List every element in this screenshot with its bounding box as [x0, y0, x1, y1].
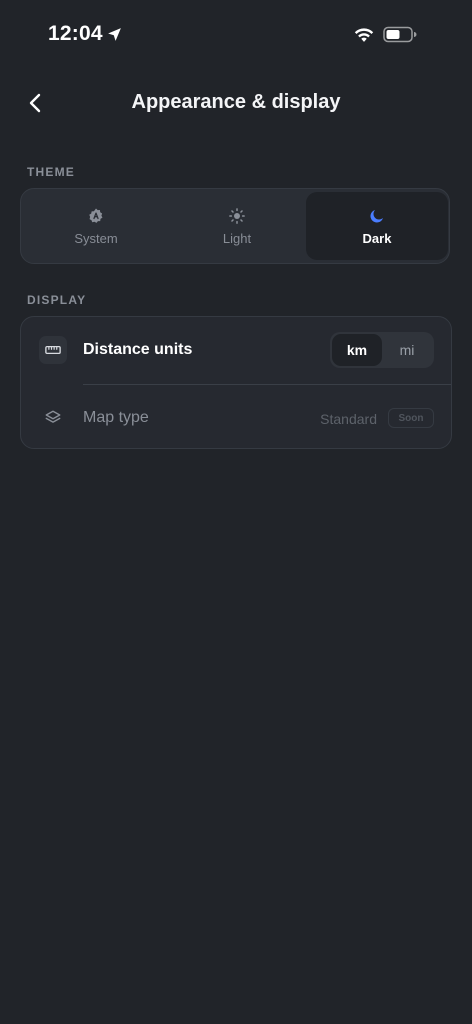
moon-icon	[370, 209, 383, 223]
theme-option-label: Light	[222, 230, 252, 246]
ruler-icon	[45, 345, 61, 355]
display-section-label: DISPLAY	[27, 293, 87, 307]
page-title: Appearance & display	[131, 91, 341, 113]
theme-option-label: System	[74, 230, 118, 246]
auto-theme-icon	[89, 208, 103, 223]
status-time: 12:04	[48, 22, 103, 45]
map-type-value: Standard	[320, 411, 377, 427]
theme-option-dark[interactable]: Dark	[306, 192, 448, 260]
distance-units-toggle: km mi	[330, 332, 434, 368]
layers-icon-box	[39, 404, 67, 432]
unit-option-mi[interactable]: mi	[382, 334, 432, 366]
soon-badge: Soon	[388, 408, 434, 428]
sun-icon	[229, 207, 245, 224]
ruler-icon-box	[39, 336, 67, 364]
distance-units-label: Distance units	[83, 341, 193, 358]
unit-option-km[interactable]: km	[332, 334, 382, 366]
status-bar: 12:04	[0, 0, 472, 70]
theme-option-label: Dark	[362, 230, 392, 246]
theme-option-system[interactable]: System	[25, 192, 167, 260]
theme-section-label: THEME	[27, 165, 75, 179]
distance-units-row: Distance units km mi	[21, 317, 451, 383]
layers-icon	[45, 410, 61, 423]
location-arrow-icon	[108, 28, 121, 41]
display-settings-card: Distance units km mi Map type Standard S…	[20, 316, 452, 449]
map-type-row: Map type Standard Soon	[21, 385, 451, 451]
map-type-label: Map type	[83, 409, 149, 426]
wifi-icon	[354, 28, 374, 42]
theme-option-light[interactable]: Light	[166, 192, 308, 260]
theme-segmented-control: System Light Dark	[20, 188, 450, 264]
nav-bar: Appearance & display	[0, 78, 472, 128]
battery-icon	[383, 26, 417, 43]
